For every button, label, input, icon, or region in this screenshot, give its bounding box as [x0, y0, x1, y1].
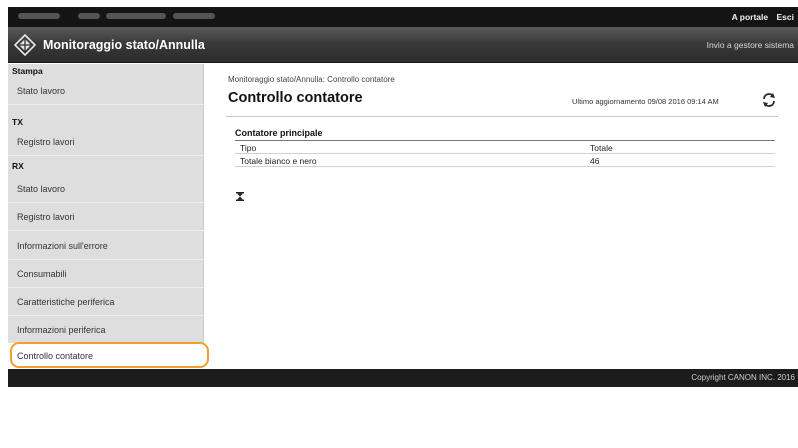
table-header-row: Tipo Totale: [235, 141, 775, 153]
page-title: Controllo contatore: [228, 90, 363, 106]
main-content: Monitoraggio stato/Annulla: Controllo co…: [205, 64, 798, 369]
sidebar-item-consumables[interactable]: Consumabili: [8, 261, 204, 288]
selection-highlight: [10, 342, 209, 368]
sidebar: Stampa Stato lavoro TX Registro lavori R…: [8, 64, 204, 370]
breadcrumb: Monitoraggio stato/Annulla: Controllo co…: [228, 75, 395, 84]
logout-link[interactable]: Esci: [777, 12, 795, 22]
sidebar-item-print-job-status[interactable]: Stato lavoro: [8, 78, 204, 105]
sidebar-heading-tx: TX: [12, 117, 23, 127]
send-to-admin-link[interactable]: Invio a gestore sistema: [707, 40, 794, 50]
top-bar: A portale Esci: [8, 7, 798, 27]
table-row: Totale bianco e nero 46: [235, 154, 775, 166]
sidebar-item-rx-job-status[interactable]: Stato lavoro: [8, 176, 204, 203]
sidebar-item-device-info[interactable]: Informazioni periferica: [8, 317, 204, 344]
top-links: A portale Esci: [726, 12, 794, 22]
logo-icon: [14, 34, 36, 56]
portal-link[interactable]: A portale: [732, 12, 769, 22]
copyright-text: Copyright CANON INC. 2016: [691, 373, 795, 382]
footer: Copyright CANON INC. 2016: [8, 369, 798, 387]
blurred-text: [173, 13, 215, 19]
blurred-text: [106, 13, 166, 19]
sidebar-heading-rx: RX: [12, 161, 24, 171]
browser-frame: A portale Esci Monitoraggio stato/Annull…: [8, 7, 798, 387]
blurred-text: [18, 13, 60, 19]
app-header: Monitoraggio stato/Annulla Invio a gesto…: [8, 27, 798, 63]
last-update-timestamp: Ultimo aggiornamento 09/08 2016 09:14 AM: [572, 97, 719, 106]
hourglass-icon: [236, 192, 244, 201]
counter-type: Totale bianco e nero: [240, 156, 317, 166]
sidebar-item-device-features[interactable]: Caratteristiche periferica: [8, 289, 204, 316]
row-divider: [235, 166, 775, 167]
sidebar-item-tx-job-log[interactable]: Registro lavori: [8, 129, 204, 156]
counter-section-title: Contatore principale: [235, 128, 323, 138]
header-title: Monitoraggio stato/Annulla: [43, 38, 205, 52]
title-divider: [226, 116, 778, 117]
counter-table: Contatore principale Tipo Totale Totale …: [235, 128, 775, 167]
sidebar-item-error-info[interactable]: Informazioni sull'errore: [8, 233, 204, 260]
column-header-type: Tipo: [240, 143, 257, 153]
counter-total: 46: [590, 156, 600, 166]
sidebar-heading-print: Stampa: [12, 66, 43, 76]
sidebar-item-rx-job-log[interactable]: Registro lavori: [8, 204, 204, 231]
refresh-icon[interactable]: [761, 92, 777, 108]
column-header-total: Totale: [590, 143, 613, 153]
blurred-text: [78, 13, 100, 19]
